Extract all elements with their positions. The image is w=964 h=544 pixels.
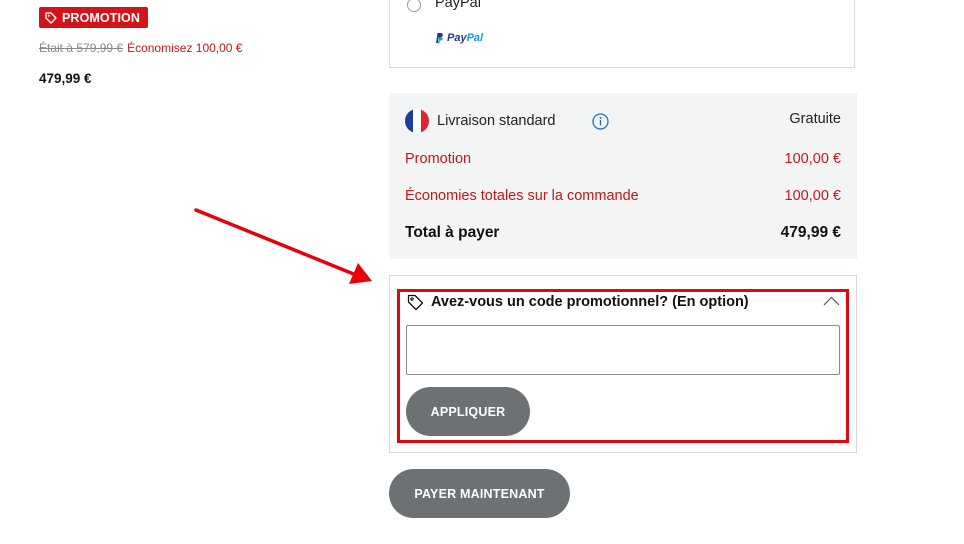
paypal-radio[interactable] [407, 0, 421, 12]
paypal-option-label[interactable]: PayPal [435, 0, 481, 11]
shipping-cost: Gratuite [789, 111, 841, 127]
paypal-logo: PayPal [434, 32, 483, 44]
paypal-logo-text-2: Pal [466, 32, 484, 44]
total-label: Total à payer [405, 224, 500, 241]
current-price: 479,99 € [39, 71, 92, 86]
annotation-arrow-icon [194, 208, 372, 284]
pay-now-button[interactable]: PAYER MAINTENANT [389, 469, 570, 518]
savings-amount: Économisez 100,00 € [127, 41, 243, 55]
paypal-p-icon [436, 33, 443, 44]
promo-code-title[interactable]: Avez-vous un code promotionnel? (En opti… [431, 294, 749, 310]
paypal-logo-text-1: Pay [447, 32, 467, 44]
france-flag-icon [405, 109, 429, 133]
order-summary: Livraison standard Gratuite Promotion 10… [389, 93, 857, 259]
total-savings-label: Économies totales sur la commande [405, 188, 639, 204]
payment-method-card: PayPal PayPal [389, 0, 855, 68]
chevron-up-icon[interactable] [823, 296, 840, 306]
was-price: Était à 579,99 € [39, 41, 124, 55]
promotion-badge: PROMOTION [39, 7, 148, 28]
tag-icon [45, 11, 57, 24]
info-icon[interactable] [592, 113, 609, 130]
shipping-method-label: Livraison standard [437, 113, 556, 129]
promotion-amount: 100,00 € [784, 151, 841, 167]
tag-outline-icon [407, 294, 424, 311]
promo-code-input[interactable] [406, 325, 840, 375]
apply-button[interactable]: APPLIQUER [406, 387, 530, 436]
promotion-badge-label: PROMOTION [62, 10, 140, 25]
total-amount: 479,99 € [780, 224, 841, 241]
total-savings-amount: 100,00 € [784, 188, 841, 204]
promotion-label: Promotion [405, 151, 472, 167]
price-comparison: Était à 579,99 € Économisez 100,00 € [39, 41, 242, 55]
